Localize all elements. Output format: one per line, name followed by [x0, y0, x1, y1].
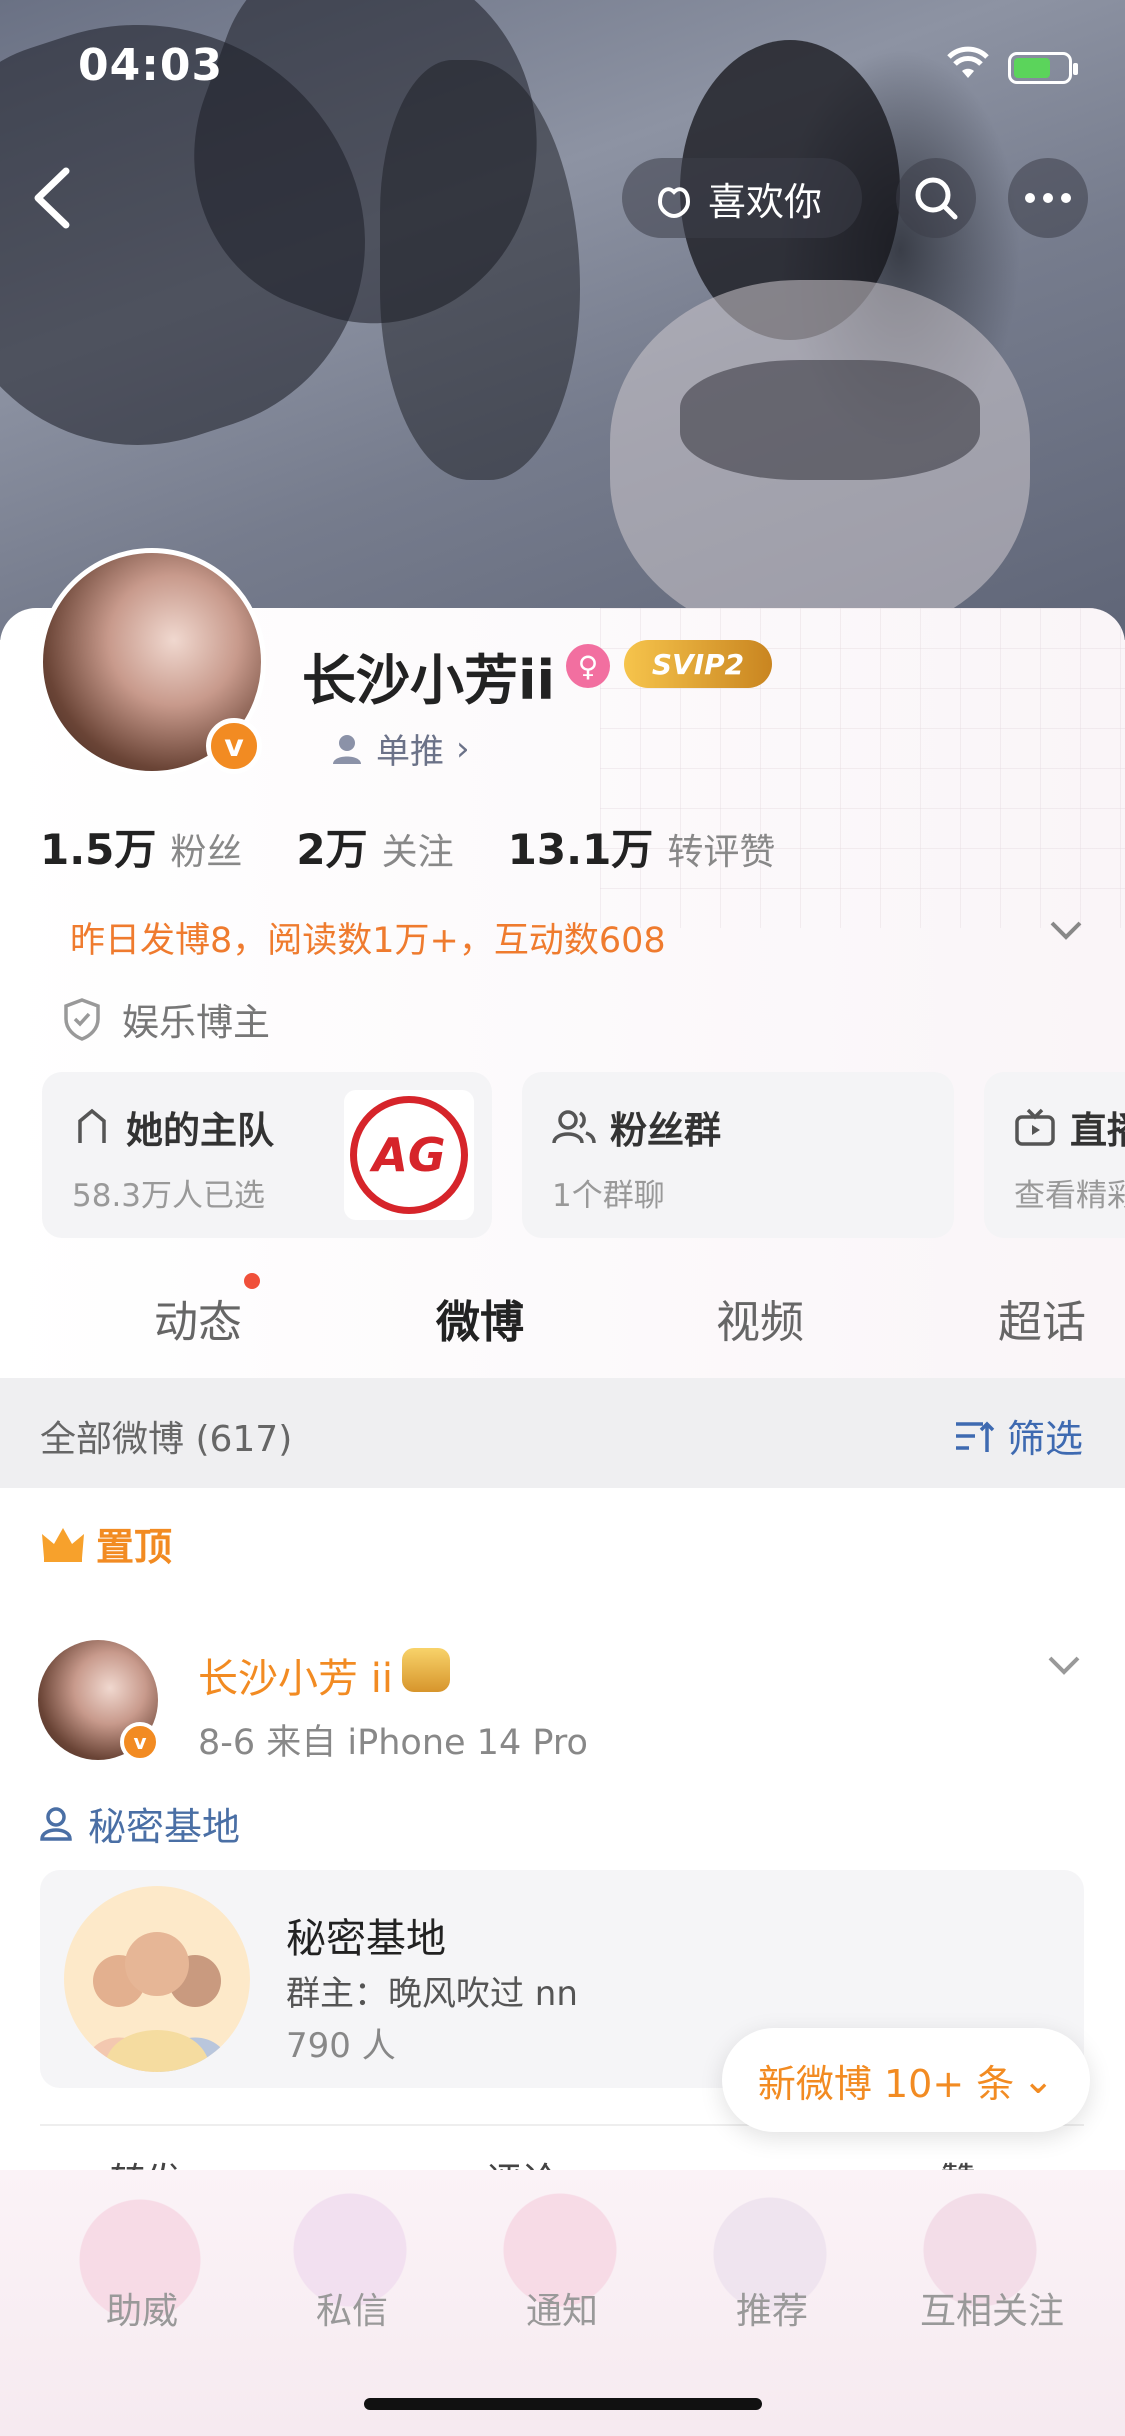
- double-chevron-down-icon: ⌄: [1022, 2058, 1055, 2102]
- post-menu-chevron-icon[interactable]: [1044, 1650, 1084, 1678]
- filter-button[interactable]: 筛选: [953, 1408, 1083, 1463]
- tab-video[interactable]: 视频: [716, 1286, 804, 1350]
- wifi-icon: [947, 46, 989, 78]
- chevron-right-icon: ›: [456, 728, 470, 769]
- team-icon: [78, 1108, 106, 1143]
- tabbar-messages[interactable]: 私信: [262, 2282, 442, 2334]
- group-tag-icon: [40, 1806, 72, 1841]
- fan-group-title: 粉丝群: [610, 1109, 721, 1152]
- stat-interactions[interactable]: 13.1万 转评赞: [508, 816, 776, 877]
- group-tag[interactable]: 秘密基地: [40, 1796, 240, 1851]
- like-you-label: 喜欢你: [708, 179, 823, 224]
- live-box[interactable]: 直播 查看精彩回: [984, 1072, 1125, 1238]
- tabbar-cheer[interactable]: 助威: [52, 2282, 232, 2334]
- shield-icon: [64, 998, 100, 1041]
- female-icon: ♀: [566, 644, 610, 688]
- team-title: 她的主队: [126, 1109, 274, 1152]
- status-time: 04:03: [78, 40, 224, 91]
- hand-heart-icon: [657, 187, 691, 219]
- status-bar: 04:03: [0, 40, 1125, 100]
- content-tabs: 动态 微博 视频 超话: [0, 1256, 1125, 1376]
- post-meta: 8-6 来自 iPhone 14 Pro: [198, 1723, 588, 1763]
- more-icon: [1025, 193, 1071, 203]
- team-box[interactable]: 她的主队 58.3万人已选 AG: [42, 1072, 492, 1238]
- tabbar-notifications[interactable]: 通知: [472, 2282, 652, 2334]
- category-label: 娱乐博主: [122, 1001, 270, 1044]
- category-tag[interactable]: 娱乐博主: [62, 992, 270, 1046]
- pinned-label: 置顶: [40, 1516, 172, 1571]
- home-indicator: [364, 2398, 762, 2410]
- crown-icon: [42, 1527, 84, 1562]
- tabbar-recommend[interactable]: 推荐: [682, 2282, 862, 2334]
- fan-group-box[interactable]: 粉丝群 1个群聊: [522, 1072, 954, 1238]
- yesterday-summary[interactable]: 昨日发博8，阅读数1万+，互动数608: [70, 912, 666, 963]
- all-posts-count: 全部微博 (617): [40, 1419, 293, 1460]
- stat-fans[interactable]: 1.5万 粉丝: [40, 816, 242, 877]
- profile-name: 长沙小芳ii: [302, 649, 556, 712]
- tab-dynamic[interactable]: 动态: [154, 1286, 242, 1350]
- battery-icon: [1008, 52, 1078, 84]
- search-icon: [915, 177, 958, 220]
- post-verified-badge: v: [120, 1722, 160, 1762]
- person-icon: [333, 734, 361, 764]
- live-title: 直播: [1070, 1109, 1125, 1152]
- single-push-label: 单推: [376, 732, 444, 772]
- verified-badge: v: [206, 718, 262, 774]
- feature-boxes: 她的主队 58.3万人已选 AG 粉丝群 1个群聊 直 查看精彩: [42, 1072, 1125, 1238]
- fan-group-sub: 1个群聊: [552, 1178, 665, 1214]
- live-sub: 查看精彩回: [1014, 1178, 1125, 1214]
- new-posts-label: 新微博 10+ 条: [757, 2061, 1015, 2106]
- tab-supertopic[interactable]: 超话: [998, 1286, 1086, 1350]
- search-button[interactable]: [896, 158, 976, 238]
- filter-label: 筛选: [1006, 1417, 1083, 1461]
- vip-crown-badge: [402, 1648, 450, 1692]
- tv-icon: [1015, 1108, 1055, 1146]
- back-button[interactable]: [28, 165, 78, 231]
- profile-stats: 1.5万 粉丝 2万 关注 13.1万 转评赞: [40, 816, 775, 877]
- single-push-link[interactable]: 单推 ›: [330, 724, 470, 773]
- notification-dot: [244, 1273, 260, 1289]
- profile-banner: 04:03 喜欢你: [0, 0, 1125, 640]
- group-avatar: [64, 1886, 250, 2072]
- group-member-count: 790 人: [286, 2026, 396, 2066]
- group-icon: [552, 1110, 596, 1144]
- stat-following[interactable]: 2万 关注: [296, 816, 453, 877]
- filter-icon: [955, 1421, 995, 1452]
- tabbar-mutual-follow[interactable]: 互相关注: [892, 2282, 1092, 2334]
- post-author-name[interactable]: 长沙小芳 ii: [198, 1646, 393, 1704]
- filter-bar: 全部微博 (617) 筛选: [0, 1378, 1125, 1488]
- more-button[interactable]: [1008, 158, 1088, 238]
- group-title: 秘密基地: [286, 1916, 446, 1962]
- group-owner: 群主：晚风吹过 nn: [286, 1974, 578, 2014]
- new-posts-pill[interactable]: 新微博 10+ 条 ⌄: [722, 2028, 1090, 2132]
- tab-weibo[interactable]: 微博: [436, 1286, 524, 1350]
- svip-badge[interactable]: SVIP2: [624, 640, 772, 688]
- ag-team-logo: AG: [344, 1090, 474, 1220]
- chevron-down-icon[interactable]: [1046, 915, 1086, 943]
- bottom-tab-bar: 助威 私信 通知 推荐 互相关注: [0, 2170, 1125, 2436]
- like-you-button[interactable]: 喜欢你: [622, 158, 862, 238]
- profile-screen: 04:03 喜欢你 v 长沙小芳ii ♀ SVIP2 单推 › 1.5万 粉丝 …: [0, 0, 1125, 2436]
